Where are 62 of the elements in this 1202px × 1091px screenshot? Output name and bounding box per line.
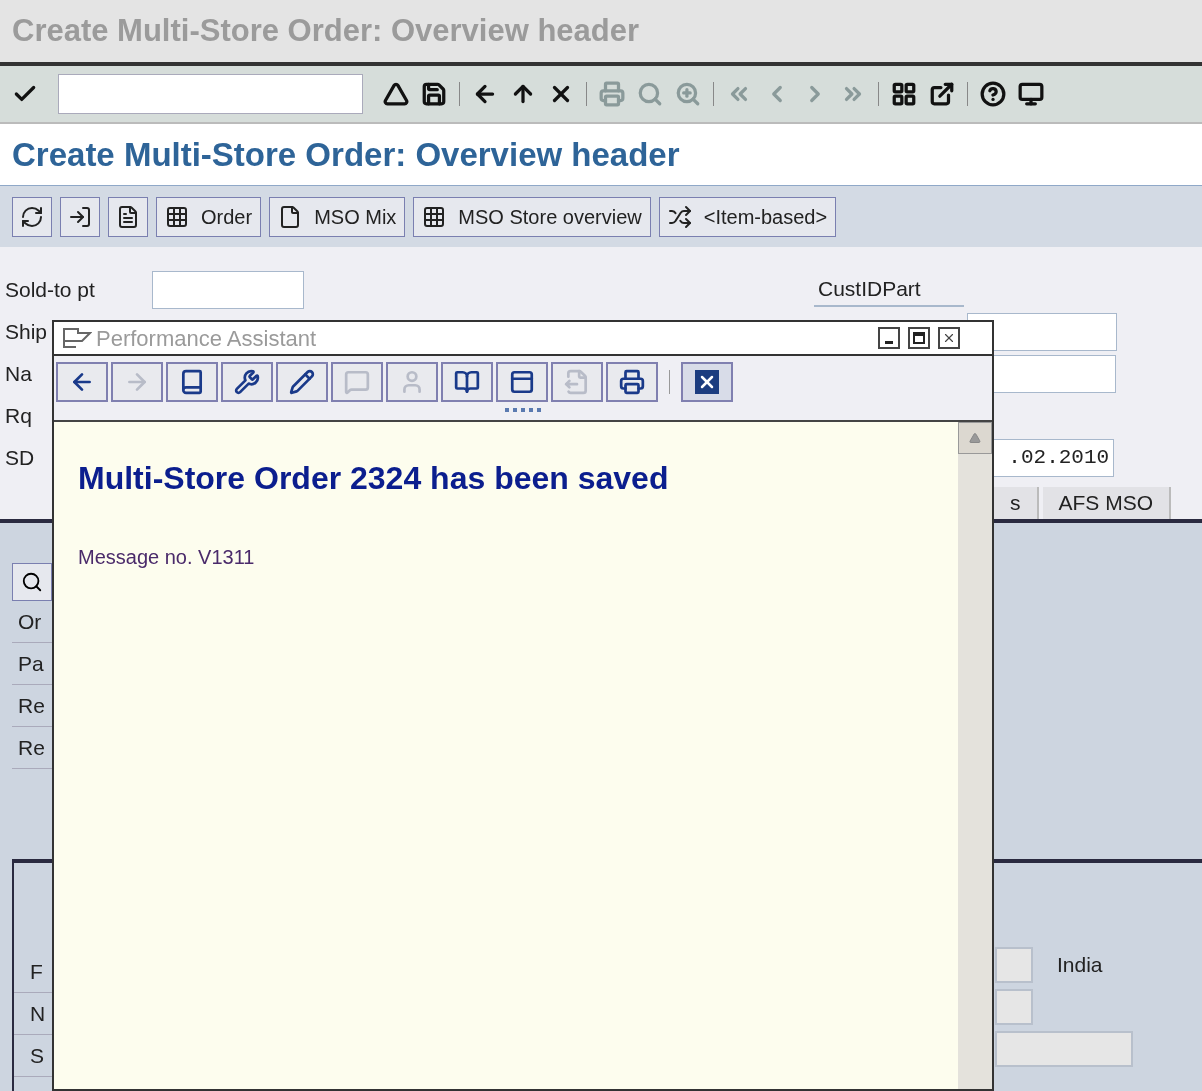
country-value: India bbox=[1057, 952, 1103, 979]
field-label: Rq bbox=[5, 403, 32, 430]
toolbar-button[interactable]: MSO Store overview bbox=[413, 196, 651, 237]
minimize-button[interactable] bbox=[878, 327, 900, 349]
row-label: S bbox=[29, 1042, 44, 1069]
toolbar-button[interactable] bbox=[12, 196, 52, 237]
input-field[interactable] bbox=[995, 989, 1033, 1025]
up-triangle-icon bbox=[969, 432, 981, 444]
open-book-icon[interactable] bbox=[441, 362, 493, 402]
import-icon bbox=[68, 204, 92, 229]
row-label: N bbox=[29, 1000, 46, 1027]
field-label: Ship bbox=[5, 319, 48, 346]
input-field[interactable] bbox=[995, 947, 1033, 983]
input-field[interactable] bbox=[995, 1031, 1133, 1067]
search-button[interactable] bbox=[12, 563, 52, 601]
close-icon[interactable] bbox=[681, 362, 733, 402]
row-label: F bbox=[29, 958, 43, 985]
field-label: SD bbox=[5, 445, 35, 472]
pencil-icon[interactable] bbox=[276, 362, 328, 402]
tab[interactable]: s bbox=[994, 487, 1039, 519]
monitor-icon[interactable] bbox=[1018, 81, 1044, 107]
toolbar-button[interactable] bbox=[60, 196, 100, 237]
grid-icon bbox=[165, 204, 189, 229]
input-field[interactable] bbox=[152, 271, 304, 309]
tab[interactable]: AFS MSO bbox=[1042, 487, 1171, 519]
help-icon[interactable] bbox=[980, 81, 1006, 107]
print-icon[interactable] bbox=[606, 362, 658, 402]
shortcut-icon[interactable] bbox=[929, 81, 955, 107]
refresh-icon bbox=[20, 204, 44, 229]
resize-grip[interactable] bbox=[505, 408, 541, 412]
document-icon bbox=[116, 204, 140, 229]
book-icon[interactable] bbox=[166, 362, 218, 402]
panel-icon[interactable] bbox=[496, 362, 548, 402]
message-heading: Multi-Store Order 2324 has been saved bbox=[78, 459, 670, 498]
screen-title: Create Multi-Store Order: Overview header bbox=[12, 134, 680, 175]
field-label: Na bbox=[5, 361, 32, 388]
row-label: Pa bbox=[17, 650, 44, 677]
scrollbar[interactable] bbox=[958, 422, 992, 1089]
maximize-button[interactable] bbox=[908, 327, 930, 349]
assistant-icon bbox=[62, 327, 92, 349]
save-icon[interactable] bbox=[421, 81, 447, 107]
toolbar-button[interactable] bbox=[108, 196, 148, 237]
search-icon bbox=[21, 571, 43, 593]
triangle-icon[interactable] bbox=[383, 81, 409, 107]
message-number: Message no. V1311 bbox=[78, 545, 256, 570]
command-field[interactable] bbox=[58, 74, 363, 114]
wrench-icon[interactable] bbox=[221, 362, 273, 402]
toolbar-button[interactable]: <Item-based> bbox=[658, 196, 837, 237]
close-button[interactable] bbox=[938, 327, 960, 349]
field-label: CustIDPart bbox=[814, 273, 964, 307]
row-label: Or bbox=[17, 608, 42, 635]
popup-title: Performance Assistant bbox=[96, 324, 317, 353]
toolbar-button[interactable]: Order bbox=[156, 196, 262, 237]
window-title: Create Multi-Store Order: Overview header bbox=[12, 11, 640, 50]
row-label: Re bbox=[17, 692, 45, 719]
close-icon bbox=[942, 331, 956, 345]
grid-icon bbox=[422, 204, 447, 229]
toolbar-button[interactable]: MSO Mix bbox=[269, 196, 406, 237]
field-label: Sold-to pt bbox=[5, 277, 96, 304]
row-label: Re bbox=[17, 734, 45, 761]
grid-icon[interactable] bbox=[891, 81, 917, 107]
switch-icon bbox=[667, 204, 692, 229]
